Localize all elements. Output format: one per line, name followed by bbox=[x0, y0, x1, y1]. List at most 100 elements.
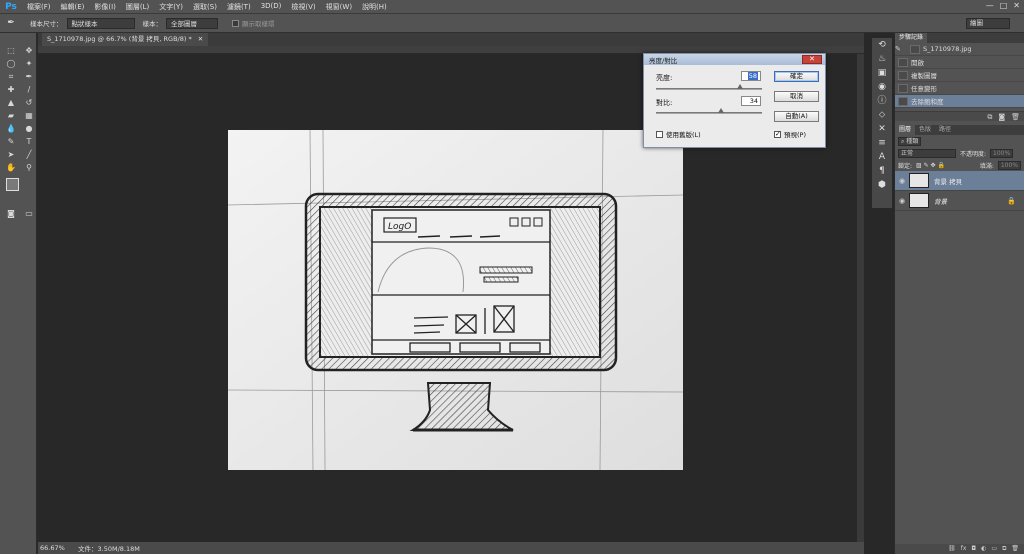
show-ring-toggle[interactable]: 顯示取樣環 bbox=[232, 18, 275, 28]
history-item[interactable]: 複製圖層 bbox=[895, 69, 1024, 82]
camera-icon[interactable]: ◙ bbox=[998, 112, 1005, 121]
history-item[interactable]: 去除飽和度 bbox=[895, 95, 1024, 108]
delete-layer-icon[interactable]: 🗑 bbox=[1011, 544, 1019, 554]
dodge-icon[interactable]: ● bbox=[21, 123, 37, 135]
lasso-icon[interactable]: ◯ bbox=[3, 58, 19, 70]
preview-checkbox[interactable]: ✓ bbox=[774, 130, 781, 138]
blur-icon[interactable]: 💧 bbox=[3, 123, 19, 135]
eraser-icon[interactable]: ▰ bbox=[3, 110, 19, 122]
visibility-eye-icon[interactable]: ◉ bbox=[895, 197, 909, 205]
fill-input[interactable]: 100% bbox=[997, 160, 1021, 170]
menu-item[interactable]: 3D(D) bbox=[256, 2, 287, 12]
foreground-color[interactable] bbox=[6, 178, 19, 191]
menu-item[interactable]: 影像(I) bbox=[89, 2, 121, 12]
fx-icon[interactable]: fx bbox=[961, 544, 967, 554]
app-logo[interactable]: Ps bbox=[0, 0, 22, 14]
contrast-slider[interactable] bbox=[656, 108, 762, 114]
history-panel-icon[interactable]: ⟲ bbox=[872, 38, 892, 52]
marquee-icon[interactable]: ⬚ bbox=[3, 45, 19, 57]
healing-brush-icon[interactable]: ✚ bbox=[3, 84, 19, 96]
visibility-eye-icon[interactable]: ◉ bbox=[895, 177, 909, 185]
menu-item[interactable]: 視窗(W) bbox=[321, 2, 357, 12]
magic-wand-icon[interactable]: ✦ bbox=[21, 58, 37, 70]
brightness-input[interactable]: 58 bbox=[741, 71, 761, 81]
sample-select[interactable]: 全部圖層 bbox=[166, 17, 218, 29]
history-brush-icon[interactable]: ↺ bbox=[21, 97, 37, 109]
opacity-input[interactable]: 100% bbox=[990, 148, 1014, 158]
adjustments-icon[interactable]: ▣ bbox=[872, 66, 892, 80]
document-image[interactable]: LogO bbox=[228, 130, 683, 470]
menu-item[interactable]: 編輯(E) bbox=[56, 2, 90, 12]
tools-preset-icon[interactable]: ✕ bbox=[872, 122, 892, 136]
new-group-icon[interactable]: ▭ bbox=[991, 544, 997, 554]
blend-mode-select[interactable]: 正常 bbox=[898, 148, 956, 158]
close-window-icon[interactable]: ✕ bbox=[1013, 1, 1020, 10]
screen-mode-icon[interactable]: ▭ bbox=[21, 208, 37, 220]
history-snapshot[interactable]: ✎ S_1710978.jpg bbox=[895, 43, 1024, 56]
info-icon[interactable]: ⓘ bbox=[872, 94, 892, 108]
trash-icon[interactable]: 🗑 bbox=[1011, 112, 1020, 121]
new-layer-icon[interactable]: ⧉ bbox=[1002, 544, 1006, 554]
character-icon[interactable]: A bbox=[872, 150, 892, 164]
tab-layers[interactable]: 圖層 bbox=[895, 125, 916, 135]
menu-item[interactable]: 說明(H) bbox=[357, 2, 392, 12]
brightness-slider-thumb[interactable] bbox=[736, 84, 743, 89]
sample-size-select[interactable]: 點狀樣本 bbox=[66, 17, 135, 29]
cancel-button[interactable]: 取消 bbox=[774, 91, 819, 102]
legacy-option[interactable]: 使用舊版(L) bbox=[656, 129, 701, 139]
layer-row[interactable]: ◉ 背景 🔒 bbox=[895, 191, 1024, 211]
layer-name[interactable]: 背景 拷貝 bbox=[934, 176, 962, 186]
menu-item[interactable]: 文字(Y) bbox=[154, 2, 188, 12]
eyedropper-icon[interactable]: ✒ bbox=[0, 18, 22, 28]
menu-item[interactable]: 選取(S) bbox=[188, 2, 222, 12]
minimize-icon[interactable]: — bbox=[986, 1, 994, 10]
new-snapshot-icon[interactable]: ⧉ bbox=[987, 112, 992, 121]
menu-item[interactable]: 檔案(F) bbox=[22, 2, 56, 12]
zoom-level[interactable]: 66.67% bbox=[38, 544, 78, 552]
preview-option[interactable]: ✓ 預視(P) bbox=[774, 129, 806, 139]
crop-icon[interactable]: ⌗ bbox=[3, 71, 19, 83]
quick-mask-icon[interactable]: ◙ bbox=[3, 208, 19, 220]
vertical-scrollbar[interactable] bbox=[857, 54, 864, 542]
maximize-icon[interactable]: □ bbox=[1000, 1, 1008, 10]
eyedropper-tool-icon[interactable]: ✒ bbox=[21, 71, 37, 83]
type-icon[interactable]: T bbox=[21, 136, 37, 148]
dialog-close-button[interactable]: ✕ bbox=[802, 55, 822, 64]
menu-item[interactable]: 檢視(V) bbox=[286, 2, 320, 12]
show-ring-checkbox[interactable] bbox=[232, 19, 239, 27]
clone-source-icon[interactable]: ⬦ bbox=[872, 108, 892, 122]
ok-button[interactable]: 確定 bbox=[774, 71, 819, 82]
history-item[interactable]: 開啟 bbox=[895, 56, 1024, 69]
brightness-slider[interactable] bbox=[656, 84, 762, 90]
link-layers-icon[interactable]: ⛓ bbox=[948, 544, 956, 554]
auto-button[interactable]: 自動(A) bbox=[774, 111, 819, 122]
gradient-icon[interactable]: ▦ bbox=[21, 110, 37, 122]
close-tab-icon[interactable]: ✕ bbox=[198, 33, 203, 46]
clone-stamp-icon[interactable]: ▲ bbox=[3, 97, 19, 109]
paragraph-icon[interactable]: ¶ bbox=[872, 164, 892, 178]
history-item[interactable]: 任意變形 bbox=[895, 82, 1024, 95]
document-tab[interactable]: S_1710978.jpg @ 66.7% (背景 拷貝, RGB/8) * ✕ bbox=[42, 33, 209, 46]
tab-history[interactable]: 步驟記錄 bbox=[895, 33, 928, 43]
workspace-select[interactable]: 繪圖 bbox=[966, 18, 1010, 29]
swatches-icon[interactable]: ◉ bbox=[872, 80, 892, 94]
layer-row[interactable]: ◉ 背景 拷貝 bbox=[895, 171, 1024, 191]
3d-icon[interactable]: ⬢ bbox=[872, 178, 892, 192]
dialog-titlebar[interactable]: 亮度/對比 ✕ bbox=[644, 54, 825, 65]
lock-icons[interactable]: ▨ ✎ ✥ 🔒 bbox=[916, 162, 945, 169]
path-select-icon[interactable]: ➤ bbox=[3, 149, 19, 161]
color-swatches[interactable] bbox=[4, 178, 34, 202]
properties-icon[interactable]: ≡ bbox=[872, 136, 892, 150]
contrast-input[interactable]: 34 bbox=[741, 96, 761, 106]
menu-item[interactable]: 濾鏡(T) bbox=[222, 2, 256, 12]
tab-channels[interactable]: 色版 bbox=[915, 125, 935, 135]
brush-panel-icon[interactable]: ♨ bbox=[872, 52, 892, 66]
zoom-icon[interactable]: ⚲ bbox=[21, 162, 37, 174]
hand-icon[interactable]: ✋ bbox=[3, 162, 19, 174]
pen-icon[interactable]: ✎ bbox=[3, 136, 19, 148]
menu-item[interactable]: 圖層(L) bbox=[121, 2, 154, 12]
kind-filter-select[interactable]: ⌕ 種類 bbox=[898, 136, 922, 146]
legacy-checkbox[interactable] bbox=[656, 130, 663, 138]
contrast-slider-thumb[interactable] bbox=[717, 108, 724, 113]
move-icon[interactable]: ✥ bbox=[21, 45, 37, 57]
